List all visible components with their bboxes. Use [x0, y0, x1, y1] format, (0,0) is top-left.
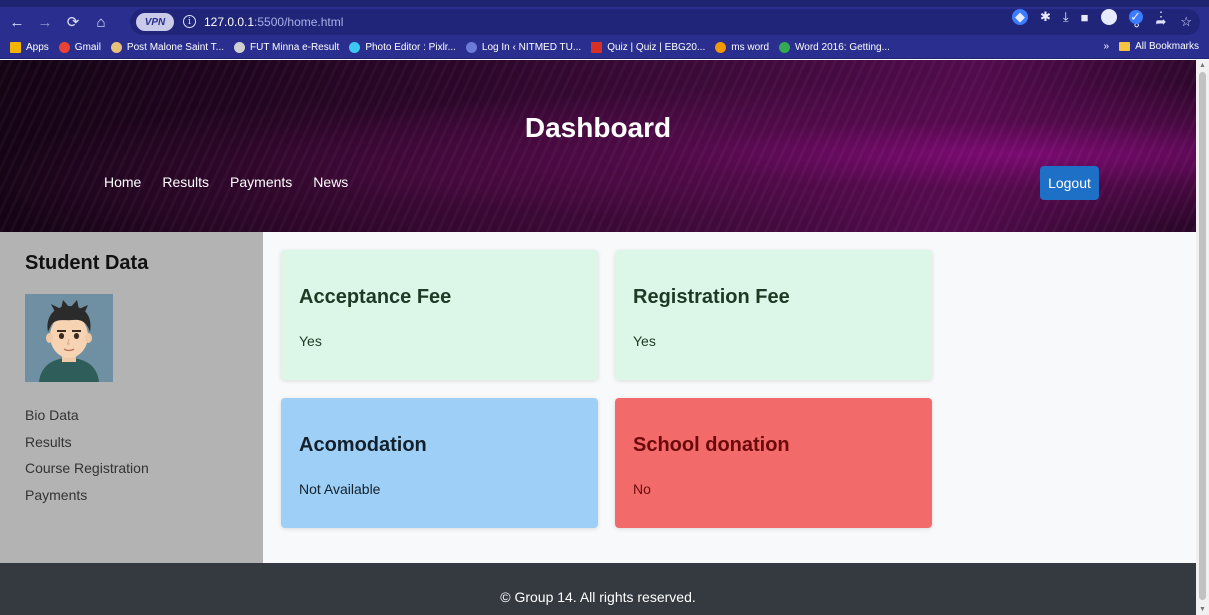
card-value: Yes	[299, 333, 322, 349]
site-favicon-icon	[715, 42, 727, 53]
bookmark-label: FUT Minna e-Result	[250, 42, 340, 53]
bookmark-label: Word 2016: Getting...	[795, 42, 890, 53]
accommodation-card: Acomodation Not Available	[281, 398, 598, 528]
scroll-up-arrow-icon[interactable]: ▲	[1199, 62, 1206, 69]
site-info-icon[interactable]: i	[183, 15, 196, 28]
google-icon	[58, 42, 70, 53]
card-value: Not Available	[299, 481, 381, 497]
bookmark-label: Quiz | Quiz | EBG20...	[607, 42, 706, 53]
url-text[interactable]: 127.0.0.1:5500/home.html	[204, 15, 343, 29]
site-favicon-icon	[349, 42, 361, 53]
tab-strip	[0, 0, 1209, 7]
check-extension-icon[interactable]: ✓	[1128, 9, 1143, 24]
sidepanel-icon[interactable]: ■	[1081, 10, 1089, 25]
top-nav: Home Results Payments News	[104, 174, 348, 190]
nav-home[interactable]: Home	[104, 174, 141, 190]
bookmark-quiz[interactable]: Quiz | Quiz | EBG20...	[591, 42, 705, 53]
nav-results[interactable]: Results	[162, 174, 209, 190]
scroll-down-arrow-icon[interactable]: ▼	[1199, 606, 1206, 613]
site-favicon-icon	[779, 42, 791, 53]
forward-arrow-icon[interactable]: →	[34, 11, 56, 33]
sidebar-item-results[interactable]: Results	[25, 429, 149, 456]
site-favicon-icon	[110, 42, 122, 53]
page-footer: © Group 14. All rights reserved.	[0, 563, 1196, 615]
all-bookmarks-button[interactable]: All Bookmarks	[1119, 41, 1199, 52]
more-bookmarks-button[interactable]: »	[1104, 41, 1110, 52]
reload-icon[interactable]: ⟳	[62, 11, 84, 33]
bookmark-label: Log In ‹ NITMED TU...	[481, 42, 582, 53]
card-title: Acomodation	[299, 434, 427, 456]
bookmark-fut-minna[interactable]: FUT Minna e-Result	[234, 42, 339, 53]
card-title: Acceptance Fee	[299, 286, 452, 308]
sidebar-item-payments[interactable]: Payments	[25, 482, 149, 509]
sidebar-links: Bio Data Results Course Registration Pay…	[25, 402, 149, 508]
bookmark-post-malone[interactable]: Post Malone Saint T...	[110, 42, 225, 53]
nav-payments[interactable]: Payments	[230, 174, 292, 190]
bookmark-label: Post Malone Saint T...	[126, 42, 225, 53]
main-content: Acceptance Fee Yes Registration Fee Yes …	[263, 232, 1196, 563]
school-donation-card: School donation No	[615, 398, 932, 528]
bookmark-label: Gmail	[74, 42, 101, 53]
apps-grid-icon	[10, 42, 21, 53]
bookmark-apps[interactable]: Apps	[10, 42, 49, 53]
bookmark-label: ms word	[731, 42, 770, 53]
site-favicon-icon	[591, 42, 603, 53]
scroll-thumb[interactable]	[1199, 72, 1206, 600]
all-bookmarks-label: All Bookmarks	[1135, 41, 1199, 52]
bookmark-gmail[interactable]: Gmail	[58, 42, 101, 53]
bookmarks-right: » All Bookmarks	[1104, 41, 1199, 52]
bookmark-label: Photo Editor : Pixlr...	[365, 42, 456, 53]
sidebar-title: Student Data	[25, 252, 149, 274]
dashboard-header: Dashboard Home Results Payments News Log…	[0, 60, 1196, 232]
url-host: 127.0.0.1	[204, 15, 255, 29]
bookmark-word-2016[interactable]: Word 2016: Getting...	[779, 42, 890, 53]
bookmarks-bar: Apps Gmail Post Malone Saint T... FUT Mi…	[0, 37, 1209, 59]
student-avatar-illustration	[25, 294, 113, 382]
site-favicon-icon	[465, 42, 477, 53]
bookmark-nitmed[interactable]: Log In ‹ NITMED TU...	[465, 42, 582, 53]
puzzle-icon[interactable]: ✱	[1040, 9, 1051, 25]
registration-fee-card: Registration Fee Yes	[615, 250, 932, 380]
logout-button[interactable]: Logout	[1040, 166, 1099, 200]
back-arrow-icon[interactable]: ←	[6, 11, 28, 33]
url-path: :5500/home.html	[254, 15, 344, 29]
card-title: Registration Fee	[633, 286, 790, 308]
page-scrollbar[interactable]: ▲ ▼	[1196, 60, 1209, 615]
card-value: No	[633, 481, 651, 497]
vpn-badge[interactable]: VPN	[136, 13, 174, 31]
bookmark-label: Apps	[26, 42, 49, 53]
bookmark-ms-word[interactable]: ms word	[715, 42, 769, 53]
profile-icon[interactable]: ☻	[1100, 9, 1117, 25]
bookmark-pixlr[interactable]: Photo Editor : Pixlr...	[349, 42, 456, 53]
sidebar-item-course-registration[interactable]: Course Registration	[25, 455, 149, 482]
menu-dots-icon[interactable]: ⋮	[1155, 9, 1168, 25]
lock-extension-icon[interactable]: ◆	[1012, 9, 1028, 25]
nav-news[interactable]: News	[313, 174, 348, 190]
download-icon[interactable]: ⤓	[1063, 9, 1069, 25]
folder-icon	[1119, 42, 1131, 51]
sidebar: Student Data Bio Data Results Course Reg…	[0, 232, 263, 563]
page-viewport: Dashboard Home Results Payments News Log…	[0, 60, 1196, 615]
card-value: Yes	[633, 333, 656, 349]
page-title: Dashboard	[524, 112, 672, 143]
star-icon[interactable]: ☆	[1180, 14, 1192, 30]
acceptance-fee-card: Acceptance Fee Yes	[281, 250, 598, 380]
home-icon[interactable]: ⌂	[90, 11, 112, 33]
site-favicon-icon	[234, 42, 246, 53]
extensions-row: ◆ ✱ ⤓ ■ ☻ ✓ ⋮	[1012, 9, 1168, 25]
sidebar-item-bio-data[interactable]: Bio Data	[25, 402, 149, 429]
footer-text: © Group 14. All rights reserved.	[500, 589, 696, 605]
student-avatar	[25, 294, 113, 382]
card-title: School donation	[633, 434, 790, 456]
